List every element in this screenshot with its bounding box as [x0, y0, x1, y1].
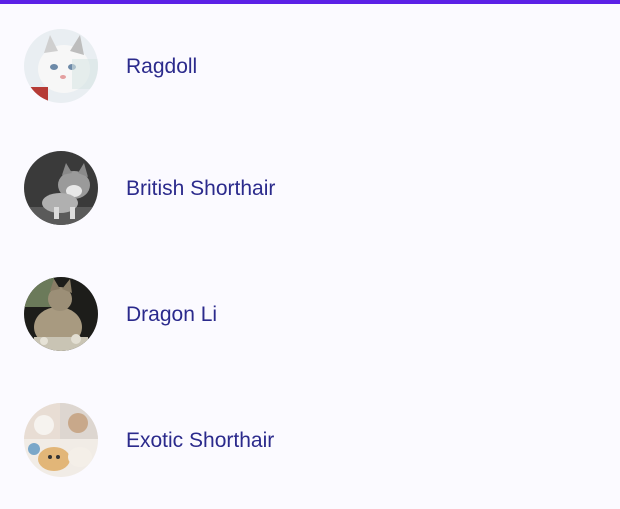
cat-name-label: British Shorthair — [126, 177, 276, 200]
list-item-british-shorthair[interactable]: British Shorthair — [0, 126, 620, 252]
cat-name-label: Dragon Li — [126, 303, 218, 326]
list-item-dragon-li[interactable]: Dragon Li — [0, 252, 620, 378]
list-item-ragdoll[interactable]: Ragdoll — [0, 4, 620, 126]
cat-name-label: Exotic Shorthair — [126, 429, 275, 452]
list-item-exotic-shorthair[interactable]: Exotic Shorthair — [0, 378, 620, 504]
british-shorthair-cat-photo-icon — [24, 151, 98, 225]
ragdoll-cat-photo-icon — [24, 29, 98, 103]
exotic-shorthair-cat-photo-icon — [24, 403, 98, 477]
cat-list: Ragdoll British Shorthair Dragon Li Exot… — [0, 4, 620, 504]
cat-name-label: Ragdoll — [126, 55, 198, 78]
dragon-li-cat-photo-icon — [24, 277, 98, 351]
